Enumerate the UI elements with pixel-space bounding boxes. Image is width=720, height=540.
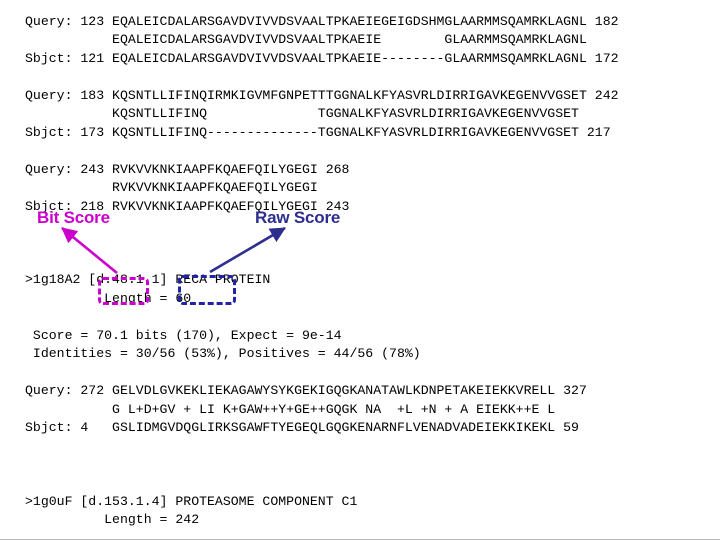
report-line: Sbjct: 218 RVKVVKNKIAAPFKQAEFQILYGEGI 24… [25, 198, 350, 214]
report-line: Length = 60 [25, 290, 192, 306]
report-line: EQALEICDALARSGAVDVIVVDSVAALTPKAEIE GLAAR… [25, 32, 587, 48]
report-line: KQSNTLLIFINQ TGGNALKFYASVRLDIRRIGAVKEGEN… [25, 106, 579, 122]
report-line [25, 142, 619, 160]
report-line [25, 68, 619, 86]
report-line [25, 437, 619, 455]
report-line: Length = 242 [25, 512, 200, 528]
report-line: >1g0uF [d.153.1.4] PROTEASOME COMPONENT … [25, 493, 358, 509]
report-line: Score = 70.1 bits (170), Expect = 9e-14 [25, 327, 342, 343]
report-line: Query: 123 EQALEICDALARSGAVDVIVVDSVAALTP… [25, 14, 619, 29]
report-line [25, 234, 619, 252]
report-line: Sbjct: 121 EQALEICDALARSGAVDVIVVDSVAALTP… [25, 50, 619, 66]
blast-report-page: Query: 123 EQALEICDALARSGAVDVIVVDSVAALTP… [0, 0, 720, 540]
report-line [25, 308, 619, 326]
report-line [25, 216, 619, 234]
report-line: Identities = 30/56 (53%), Positives = 44… [25, 346, 421, 362]
report-line: Query: 272 GELVDLGVKEKLIEKAGAWYSYKGEKIGQ… [25, 383, 587, 399]
alignment-report-text: Query: 123 EQALEICDALARSGAVDVIVVDSVAALTP… [25, 13, 619, 540]
report-line: RVKVVKNKIAAPFKQAEFQILYGEGI [25, 180, 318, 196]
report-line: >1g18A2 [d.48.1.1] RECA PROTEIN [25, 272, 271, 288]
report-line [25, 253, 619, 271]
report-line: G L+D+GV + LI K+GAW++Y+GE++GQGK NA +L +N… [25, 401, 556, 417]
report-line [25, 364, 619, 382]
report-line: Sbjct: 4 GSLIDMGVDQGLIRKSGAWFTYEGEQLGQGK… [25, 419, 579, 435]
report-line [25, 456, 619, 474]
report-line: Sbjct: 173 KQSNTLLIFINQ--------------TGG… [25, 124, 611, 140]
report-line: Query: 183 KQSNTLLIFINQIRMKIGVMFGNPETTTG… [25, 87, 619, 103]
report-line: Query: 243 RVKVVKNKIAAPFKQAEFQILYGEGI 26… [25, 161, 350, 177]
report-line [25, 474, 619, 492]
